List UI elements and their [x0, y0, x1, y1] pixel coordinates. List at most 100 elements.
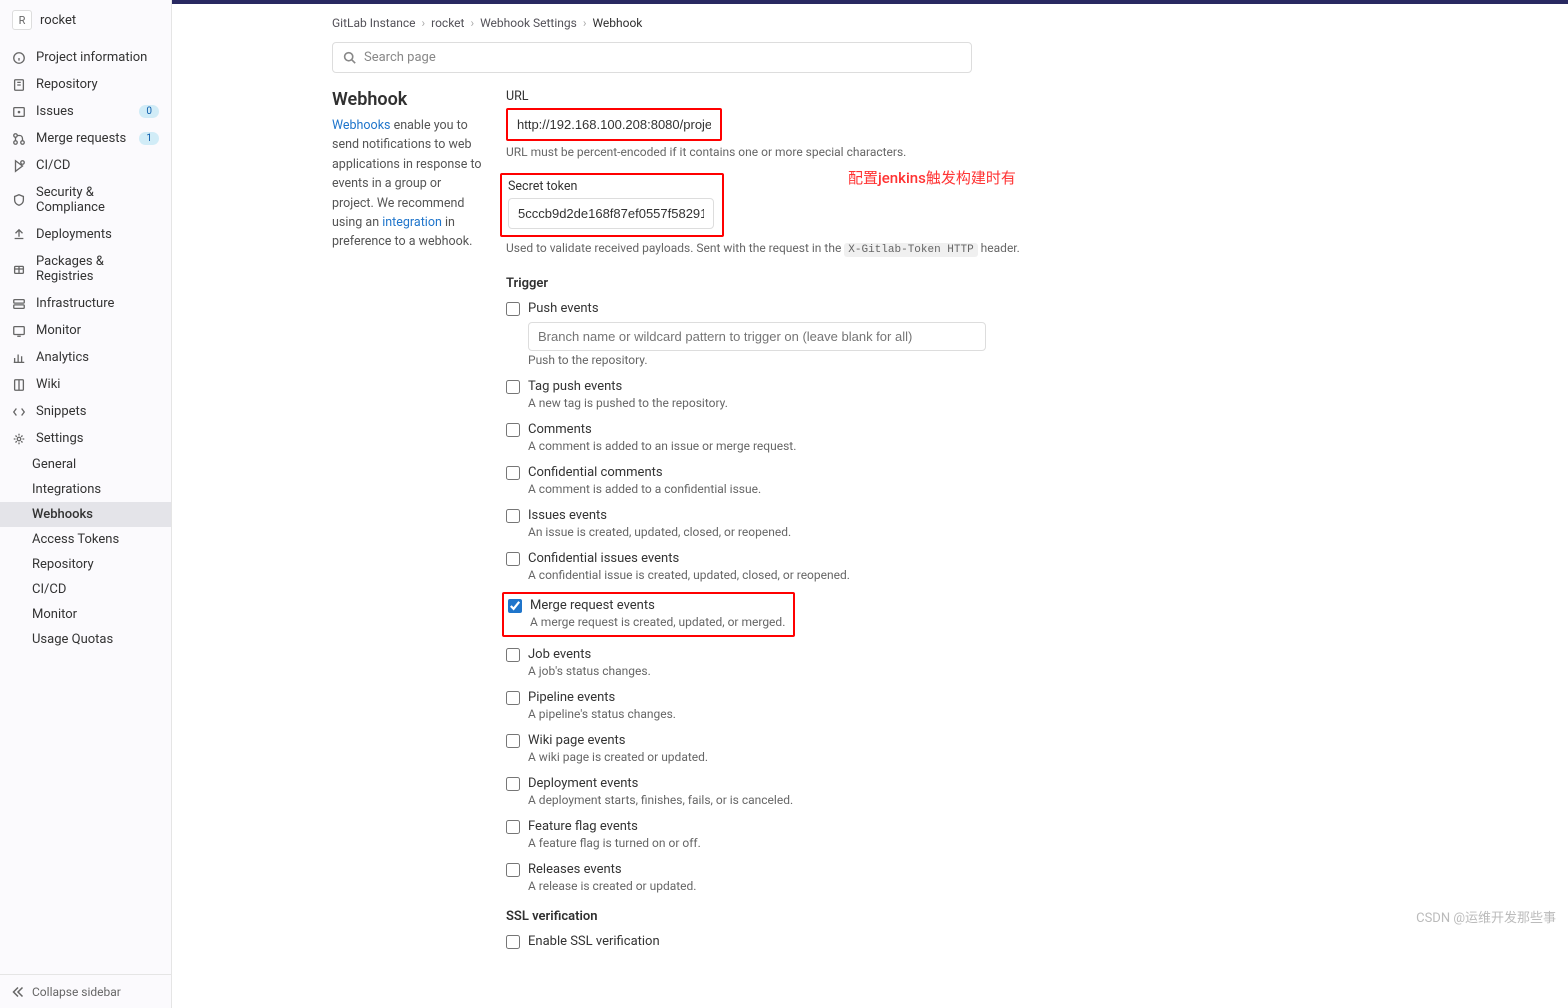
- search-page[interactable]: Search page: [332, 42, 972, 73]
- trigger-checkbox[interactable]: [506, 552, 520, 566]
- trigger-desc: A wiki page is created or updated.: [528, 750, 1418, 764]
- sidebar-subitem-webhooks[interactable]: Webhooks: [0, 502, 171, 527]
- webhooks-link[interactable]: Webhooks: [332, 118, 390, 133]
- sidebar-item-infra[interactable]: Infrastructure: [0, 290, 171, 317]
- trigger-checkbox[interactable]: [506, 509, 520, 523]
- trigger-checkbox[interactable]: [508, 599, 522, 613]
- trigger-feature-flag-events: Feature flag eventsA feature flag is tur…: [506, 817, 1418, 852]
- trigger-wiki-page-events: Wiki page events A wiki page is created o…: [506, 731, 1418, 766]
- badge: 1: [139, 132, 159, 145]
- page-title: Webhook: [332, 89, 482, 110]
- trigger-desc: A merge request is created, updated, or …: [530, 615, 785, 629]
- trigger-checkbox[interactable]: [506, 302, 520, 316]
- info-icon: [12, 51, 26, 65]
- sidebar-item-merge[interactable]: Merge requests1: [0, 125, 171, 152]
- trigger-checkbox[interactable]: [506, 777, 520, 791]
- sidebar-item-wiki[interactable]: Wiki: [0, 371, 171, 398]
- token-input[interactable]: [508, 198, 714, 229]
- breadcrumb-item[interactable]: Webhook: [592, 16, 642, 30]
- trigger-checkbox[interactable]: [506, 380, 520, 394]
- sidebar-item-label: Analytics: [36, 350, 89, 365]
- url-help: URL must be percent-encoded if it contai…: [506, 145, 906, 159]
- sidebar-subitem-general[interactable]: General: [0, 452, 171, 477]
- sidebar-item-analytics[interactable]: Analytics: [0, 344, 171, 371]
- sidebar-subitem-repository[interactable]: Repository: [0, 552, 171, 577]
- trigger-checkbox[interactable]: [506, 423, 520, 437]
- sidebar-item-cicd[interactable]: CI/CD: [0, 152, 171, 179]
- monitor-icon: [12, 324, 26, 338]
- sidebar-subitem-integrations[interactable]: Integrations: [0, 477, 171, 502]
- trigger-checkbox[interactable]: [506, 863, 520, 877]
- sidebar-item-label: Settings: [36, 431, 83, 446]
- project-name: rocket: [40, 13, 76, 28]
- sidebar-item-snippets[interactable]: Snippets: [0, 398, 171, 425]
- sidebar-item-label: Snippets: [36, 404, 87, 419]
- main-content: GitLab Instance›rocket›Webhook Settings›…: [172, 0, 1568, 1008]
- trigger-desc: A feature flag is turned on or off.: [528, 836, 1418, 850]
- ssl-section-label: SSL verification: [506, 909, 1418, 924]
- trigger-checkbox[interactable]: [506, 648, 520, 662]
- merge-icon: [12, 132, 26, 146]
- trigger-label: Comments: [528, 422, 592, 437]
- breadcrumb: GitLab Instance›rocket›Webhook Settings›…: [332, 16, 1418, 42]
- integration-link[interactable]: integration: [382, 215, 442, 230]
- badge: 0: [139, 105, 159, 118]
- sidebar-item-label: Packages & Registries: [36, 254, 159, 284]
- sidebar-item-monitor[interactable]: Monitor: [0, 317, 171, 344]
- sidebar-subitem-ci/cd[interactable]: CI/CD: [0, 577, 171, 602]
- trigger-label: Releases events: [528, 862, 622, 877]
- shield-icon: [12, 193, 26, 207]
- sidebar-item-package[interactable]: Packages & Registries: [0, 248, 171, 290]
- trigger-label: Tag push events: [528, 379, 622, 394]
- search-placeholder: Search page: [364, 50, 436, 65]
- trigger-label: Deployment events: [528, 776, 638, 791]
- wiki-icon: [12, 378, 26, 392]
- sidebar-item-label: Infrastructure: [36, 296, 114, 311]
- token-help: Used to validate received payloads. Sent…: [506, 241, 1020, 256]
- snippets-icon: [12, 405, 26, 419]
- sidebar-item-issues[interactable]: Issues 0: [0, 98, 171, 125]
- trigger-section-label: Trigger: [506, 276, 1418, 291]
- ssl-checkbox[interactable]: [506, 935, 520, 949]
- trigger-desc: A confidential issue is created, updated…: [528, 568, 1418, 582]
- collapse-sidebar[interactable]: Collapse sidebar: [0, 974, 171, 1008]
- trigger-checkbox[interactable]: [506, 734, 520, 748]
- project-header[interactable]: R rocket: [0, 0, 171, 40]
- sidebar-item-label: Issues: [36, 104, 74, 119]
- branch-pattern-input[interactable]: [528, 322, 986, 351]
- breadcrumb-item[interactable]: GitLab Instance: [332, 16, 416, 30]
- sidebar-item-shield[interactable]: Security & Compliance: [0, 179, 171, 221]
- breadcrumb-separator: ›: [422, 16, 426, 30]
- trigger-checkbox[interactable]: [506, 820, 520, 834]
- sidebar-subitem-usage-quotas[interactable]: Usage Quotas: [0, 627, 171, 652]
- trigger-desc: A deployment starts, finishes, fails, or…: [528, 793, 1418, 807]
- sidebar-item-label: Project information: [36, 50, 147, 65]
- sidebar-subitem-monitor[interactable]: Monitor: [0, 602, 171, 627]
- breadcrumb-item[interactable]: Webhook Settings: [480, 16, 577, 30]
- breadcrumb-separator: ›: [583, 16, 587, 30]
- search-icon: [343, 51, 356, 64]
- sidebar-subitem-access-tokens[interactable]: Access Tokens: [0, 527, 171, 552]
- deploy-icon: [12, 228, 26, 242]
- trigger-desc: A comment is added to a confidential iss…: [528, 482, 1418, 496]
- trigger-label: Job events: [528, 647, 591, 662]
- collapse-label: Collapse sidebar: [32, 985, 121, 999]
- trigger-checkbox[interactable]: [506, 691, 520, 705]
- trigger-label: Merge request events: [530, 598, 655, 613]
- trigger-tag-push-events: Tag push eventsA new tag is pushed to th…: [506, 377, 1418, 412]
- trigger-desc: A comment is added to an issue or merge …: [528, 439, 1418, 453]
- sidebar-item-deploy[interactable]: Deployments: [0, 221, 171, 248]
- trigger-desc: A pipeline's status changes.: [528, 707, 1418, 721]
- trigger-checkbox[interactable]: [506, 466, 520, 480]
- sidebar: R rocket Project informationRepositoryIs…: [0, 0, 172, 1008]
- trigger-merge-request-events: Merge request events A merge request is c…: [502, 592, 795, 637]
- sidebar-item-settings[interactable]: Settings: [0, 425, 171, 452]
- trigger-label: Pipeline events: [528, 690, 615, 705]
- trigger-label: Wiki page events: [528, 733, 626, 748]
- url-input[interactable]: [506, 108, 722, 141]
- sidebar-item-repo[interactable]: Repository: [0, 71, 171, 98]
- annotation-text: 配置jenkins触发构建时有: [848, 167, 1016, 188]
- breadcrumb-item[interactable]: rocket: [431, 16, 464, 30]
- settings-icon: [12, 432, 26, 446]
- sidebar-item-info[interactable]: Project information: [0, 44, 171, 71]
